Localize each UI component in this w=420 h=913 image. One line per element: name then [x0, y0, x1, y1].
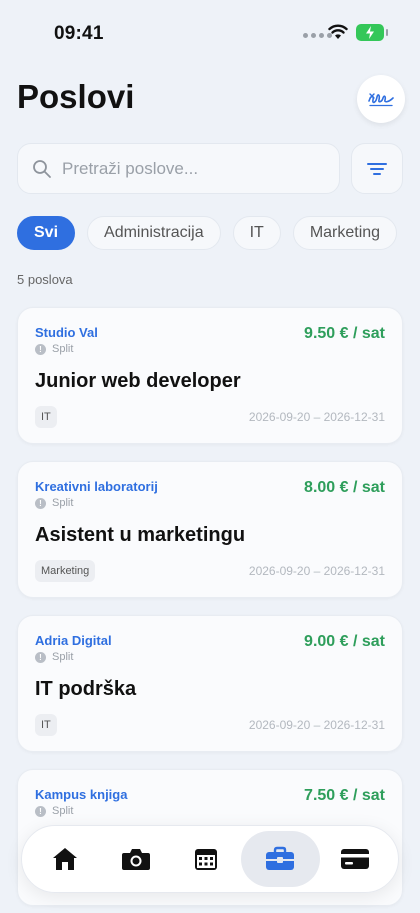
tab-jobs[interactable]: [241, 831, 320, 887]
company-name: Adria Digital: [35, 633, 112, 648]
tab-card[interactable]: [320, 831, 390, 887]
profile-button[interactable]: [357, 75, 405, 123]
company-name: Kreativni laboratorij: [35, 479, 158, 494]
job-card[interactable]: Studio Val ! Split 9.50 € / sat Junior we…: [17, 307, 403, 444]
location-label: Split: [52, 343, 74, 355]
signature-icon: [368, 93, 394, 107]
job-card[interactable]: Kreativni laboratorij ! Split 8.00 € / sa…: [17, 461, 403, 598]
tab-bar: [21, 825, 399, 893]
filter-icon: [367, 162, 387, 175]
job-title: Asistent u marketingu: [35, 524, 246, 546]
battery-charging-icon: [356, 24, 388, 41]
job-list: Studio Val ! Split 9.50 € / sat Junior we…: [17, 307, 403, 913]
briefcase-icon: [266, 846, 295, 870]
calendar-icon: [195, 849, 218, 870]
filter-chip-svi[interactable]: Svi: [17, 216, 76, 250]
job-location: ! Split: [35, 343, 73, 355]
job-dates: 2026-09-20 – 2026-12-31: [248, 410, 385, 424]
filter-chip-it[interactable]: IT: [232, 216, 281, 250]
job-category-tag: IT: [35, 714, 57, 736]
job-card[interactable]: Adria Digital ! Split 9.00 € / sat IT pod…: [17, 615, 403, 752]
job-location: ! Split: [35, 497, 73, 509]
job-pay: 7.50 € / sat: [304, 787, 385, 804]
search-box[interactable]: [17, 143, 340, 194]
filter-button[interactable]: [351, 143, 403, 194]
job-title: IT podrška: [35, 678, 137, 700]
location-icon: !: [35, 651, 46, 663]
status-bar: 09:41: [0, 0, 420, 60]
location-icon: !: [35, 343, 46, 355]
filter-chip-administracija[interactable]: Administracija: [87, 216, 221, 250]
job-pay: 9.50 € / sat: [304, 325, 385, 342]
company-name: Studio Val: [35, 325, 98, 340]
home-icon: [53, 848, 78, 870]
location-label: Split: [52, 497, 74, 509]
tab-calendar[interactable]: [171, 831, 241, 887]
job-pay: 9.00 € / sat: [304, 633, 385, 650]
filter-chip-marketing[interactable]: Marketing: [292, 216, 398, 250]
job-category-tag: Marketing: [35, 560, 96, 582]
category-filters: Svi Administracija IT Marketing: [17, 216, 398, 250]
job-title: Junior web developer: [35, 370, 241, 392]
camera-icon: [121, 849, 150, 870]
tab-home[interactable]: [30, 831, 100, 887]
job-category-tag: IT: [35, 406, 57, 428]
company-name: Kampus knjiga: [35, 787, 128, 802]
job-pay: 8.00 € / sat: [304, 479, 385, 496]
job-dates: 2026-09-20 – 2026-12-31: [248, 564, 385, 578]
location-icon: !: [35, 805, 46, 817]
location-label: Split: [52, 651, 74, 663]
job-location: ! Split: [35, 805, 73, 817]
search-input[interactable]: [62, 158, 302, 179]
status-time: 09:41: [54, 23, 104, 44]
job-dates: 2026-09-20 – 2026-12-31: [248, 718, 385, 732]
location-label: Split: [52, 805, 74, 817]
tab-camera[interactable]: [100, 831, 170, 887]
search-icon: [33, 159, 51, 178]
job-count: 5 poslova: [17, 272, 73, 287]
location-icon: !: [35, 497, 46, 509]
wifi-icon: [328, 24, 348, 39]
page-title: Poslovi: [17, 78, 135, 115]
credit-card-icon: [340, 849, 369, 869]
job-location: ! Split: [35, 651, 73, 663]
